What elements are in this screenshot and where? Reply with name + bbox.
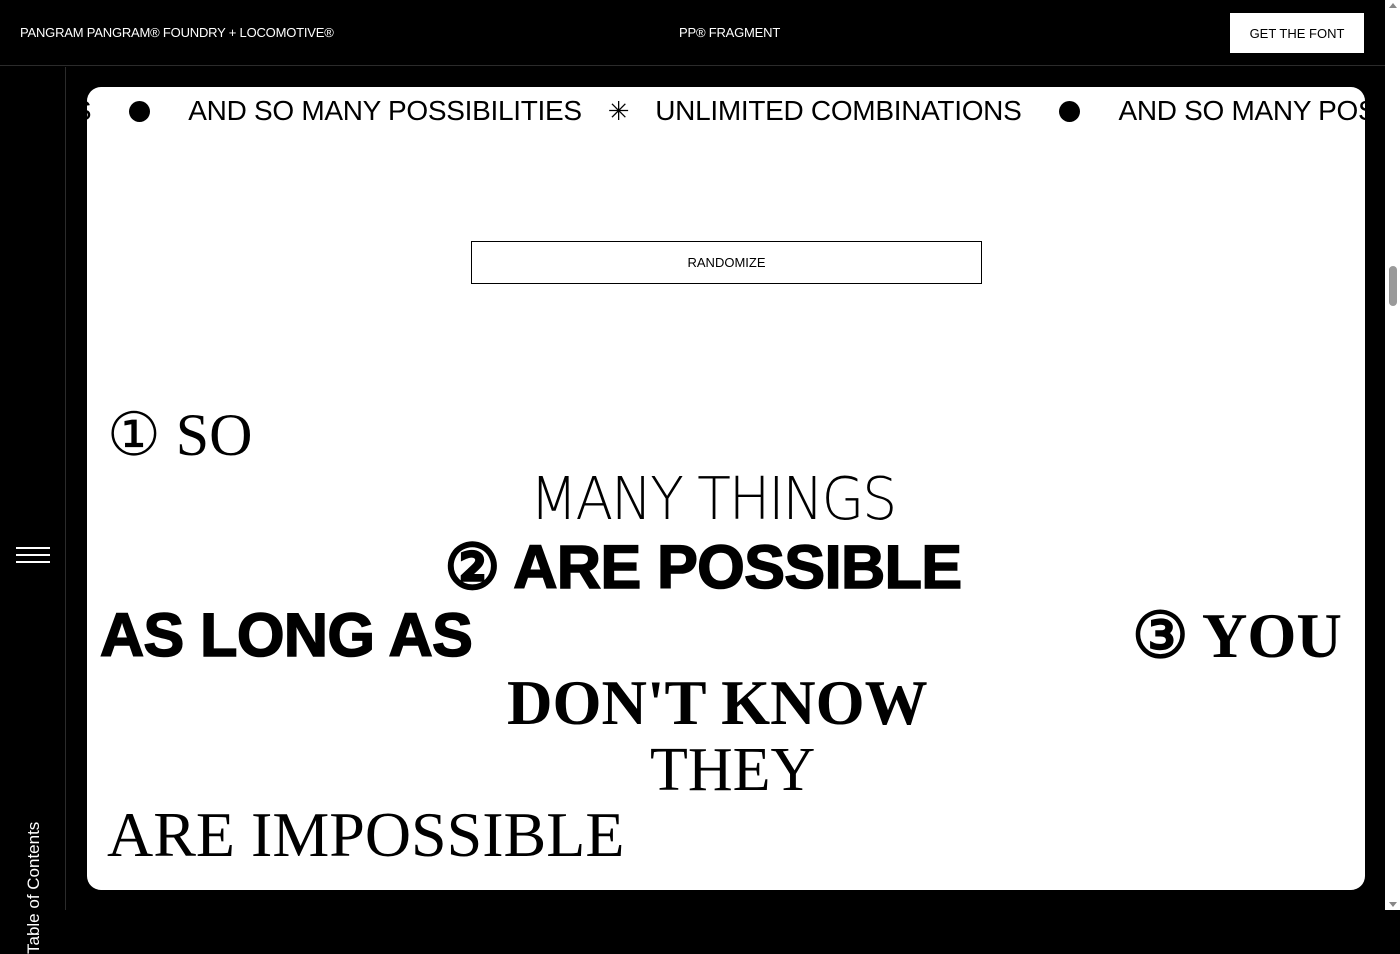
- top-navigation-bar: PANGRAM PANGRAM® FOUNDRY + LOCOMOTIVE® P…: [0, 0, 1385, 66]
- filled-circle-icon: [1059, 100, 1081, 122]
- marquee-item: UNLIMITED COMBINATIONS: [655, 95, 1022, 126]
- specimen-line: ② ARE POSSIBLE: [444, 533, 963, 601]
- specimen-line: THEY: [650, 736, 816, 804]
- specimen-line: MANY THINGS: [530, 464, 897, 534]
- hamburger-menu-icon[interactable]: [16, 547, 50, 563]
- get-the-font-button[interactable]: GET THE FONT: [1230, 13, 1364, 53]
- menu-line: [16, 547, 50, 549]
- sidebar: Table of Contents: [0, 67, 66, 954]
- asterisk-star-icon: ✳: [607, 95, 630, 126]
- menu-line: [16, 554, 50, 556]
- specimen-line: AS LONG AS: [99, 601, 473, 669]
- specimen-panel: NS AND SO MANY POSSIBILITIES ✳ UNLIMITED…: [87, 87, 1365, 890]
- specimen-line: DON'T KNOW: [507, 668, 928, 738]
- randomize-button[interactable]: RANDOMIZE: [471, 241, 982, 284]
- marquee-ticker: NS AND SO MANY POSSIBILITIES ✳ UNLIMITED…: [87, 95, 1365, 127]
- brand-link[interactable]: PANGRAM PANGRAM® FOUNDRY + LOCOMOTIVE®: [20, 25, 334, 40]
- specimen-line: ① SO: [107, 402, 253, 468]
- filled-circle-icon: [129, 100, 151, 122]
- scroll-down-arrow-icon[interactable]: [1389, 902, 1397, 907]
- font-title: PP® FRAGMENT: [679, 25, 781, 40]
- specimen-line: ARE IMPOSSIBLE: [107, 799, 625, 870]
- scrollbar-thumb[interactable]: [1389, 266, 1397, 306]
- marquee-item: AND SO MANY POSSIBILITIES: [188, 95, 582, 126]
- scroll-up-arrow-icon[interactable]: [1389, 3, 1397, 8]
- table-of-contents-link[interactable]: Table of Contents: [24, 822, 44, 954]
- scrollbar[interactable]: [1385, 0, 1400, 910]
- menu-line: [16, 561, 50, 563]
- marquee-item: AND SO MANY POSSIBILITIES: [1118, 95, 1365, 126]
- specimen-line: ③ YOU: [1132, 601, 1342, 671]
- marquee-item: NS: [87, 95, 92, 127]
